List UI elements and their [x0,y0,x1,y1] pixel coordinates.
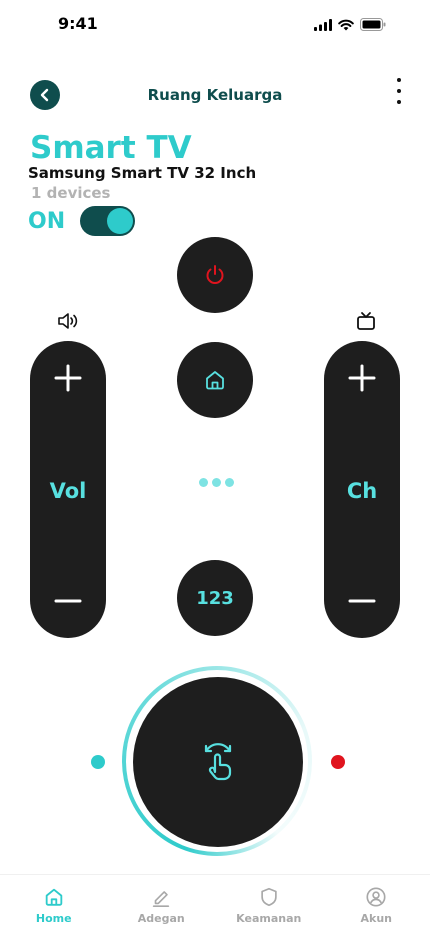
volume-label: Vol [49,479,87,503]
plus-icon [348,364,376,392]
touchpad-left-indicator [91,755,105,769]
home-icon [45,888,62,906]
nav-label-home: Home [35,912,72,925]
touch-swipe-icon [204,743,232,781]
channel-control: Ch [324,341,400,638]
nav-label-keamanan: Keamanan [236,912,302,925]
volume-down-button[interactable] [30,584,106,618]
channel-down-button[interactable] [324,584,400,618]
plus-icon [54,364,82,392]
wifi-icon [338,19,354,30]
edit-icon [153,891,170,907]
more-controls-button[interactable] [199,478,234,487]
volume-up-button[interactable] [30,361,106,395]
nav-item-home[interactable]: Home [0,875,108,932]
toggle-knob [107,208,133,234]
page-title: Ruang Keluarga [147,86,283,104]
volume-icon [58,313,78,329]
tv-icon [357,312,375,330]
nav-item-akun[interactable]: Akun [323,875,430,932]
shield-icon [261,887,277,907]
battery-icon [360,18,386,31]
home-button[interactable] [177,342,253,418]
power-button[interactable] [177,237,253,313]
signal-icon [314,18,332,31]
device-name: Smart TV [30,130,192,166]
device-count: 1 devices [31,184,111,202]
device-model: Samsung Smart TV 32 Inch [28,164,257,182]
channel-up-button[interactable] [324,361,400,395]
more-options-button[interactable] [394,78,404,104]
power-icon [206,265,224,284]
nav-item-adegan[interactable]: Adegan [108,875,216,932]
number-pad-label: 123 [196,587,234,609]
dot-icon [199,478,208,487]
nav-item-keamanan[interactable]: Keamanan [215,875,323,932]
status-time: 9:41 [58,14,98,33]
user-icon [366,887,386,907]
bottom-nav: Home Adegan Keamanan Akun [0,874,430,932]
minus-icon [54,599,82,603]
nav-label-adegan: Adegan [137,912,185,925]
channel-label: Ch [346,479,378,503]
touchpad[interactable] [133,677,303,847]
home-icon [206,371,224,390]
status-icons [314,18,386,31]
minus-icon [348,599,376,603]
touchpad-right-indicator [331,755,345,769]
power-state-label: ON [28,209,66,234]
volume-control: Vol [30,341,106,638]
power-toggle[interactable] [80,206,135,236]
more-vertical-icon [397,78,401,82]
number-pad-button[interactable]: 123 [177,560,253,636]
status-bar: 9:41 [0,0,430,50]
nav-label-akun: Akun [360,912,393,925]
